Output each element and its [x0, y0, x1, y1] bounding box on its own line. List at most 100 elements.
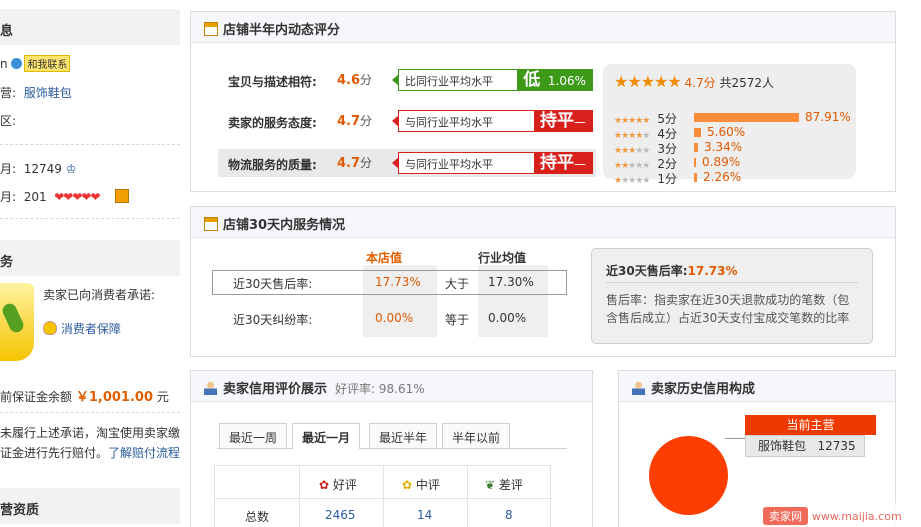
- shop-info-header: 息: [0, 9, 180, 45]
- rating-label-service: 卖家的服务态度:: [228, 116, 317, 130]
- rating-score-description: 4.6分: [337, 73, 373, 88]
- watermark-url: www.maijia.com: [811, 510, 902, 523]
- flower-icon: ✿: [319, 478, 330, 492]
- medal-icon[interactable]: [114, 189, 129, 203]
- service-panel-header: 店铺30天内服务情况: [191, 207, 895, 238]
- distribution-percent: 5.60%: [707, 125, 746, 139]
- tab-baseline: [217, 448, 567, 449]
- service-header: 务: [0, 240, 180, 276]
- row-total-label: 总数: [245, 510, 270, 524]
- calendar-icon: [204, 217, 218, 231]
- rating-panel-title: 店铺半年内动态评分: [223, 23, 341, 38]
- credit-panel-header: 卖家信用评价展示 好评率: 98.61%: [191, 371, 592, 402]
- credit-pie-chart: [649, 436, 728, 515]
- col-positive: ✿ 好评: [319, 478, 357, 492]
- col-header-store: 本店值: [366, 251, 403, 265]
- rating-distribution-box: ★★★★★ 4.7分 共2572人 ★★★★★ 5分 87.91% ★★★★★ 4分 5.…: [603, 64, 856, 186]
- deposit-row: 前保证金余额 ￥1,001.00 元: [0, 390, 169, 405]
- distribution-bar: [694, 158, 696, 167]
- service-row-label: 近30天纠纷率:: [233, 313, 313, 327]
- distribution-percent: 3.34%: [704, 140, 743, 154]
- compare-badge-description: 比同行业平均水平 低 1.06%: [392, 69, 593, 91]
- divider: [0, 218, 180, 219]
- compare-badge-logistics: 与同行业平均水平 持平—: [392, 152, 593, 174]
- area-row: 区:: [0, 114, 17, 128]
- neutral-count-link[interactable]: 14: [417, 508, 432, 522]
- service-panel-title: 店铺30天内服务情况: [223, 218, 346, 233]
- distribution-label: 4分: [657, 127, 677, 141]
- col-header-industry: 行业均值: [478, 251, 527, 265]
- main-category-tag: 当前主营: [745, 415, 876, 435]
- distribution-label: 1分: [657, 172, 678, 186]
- rating-panel: 店铺半年内动态评分 宝贝与描述相符: 4.6分 比同行业平均水平 低 1.06%…: [190, 11, 896, 192]
- deposit-amount: ￥1,001.00: [75, 390, 153, 405]
- distribution-row: ★★★★★ 1分: [614, 170, 677, 187]
- explain-box: 近30天售后率:17.73% 售后率：指卖家在近30天退款成功的笔数（包 含售后…: [591, 248, 873, 344]
- note-line-1: 未履行上述承诺，淘宝使用卖家缴: [0, 426, 181, 440]
- credit-table: ✿ 好评 ✿ 中评 ❦ 差评 总数 2465 14 8: [214, 465, 552, 527]
- service-row-label: 近30天售后率:: [233, 277, 313, 291]
- distribution-bar: [694, 113, 799, 122]
- positive-rate: 好评率: 98.61%: [335, 382, 425, 396]
- rating-label-logistics: 物流服务的质量:: [228, 158, 317, 172]
- wangwang-icon[interactable]: [11, 58, 23, 69]
- contact-prefix: n: [0, 57, 8, 71]
- compare-badge-service: 与同行业平均水平 持平—: [392, 110, 593, 132]
- distribution-label: 2分: [657, 157, 678, 171]
- history-panel-header: 卖家历史信用构成: [619, 371, 895, 402]
- consumer-protection-shield-icon: [0, 283, 34, 361]
- protection-row: 消费者保障: [43, 320, 121, 337]
- explain-title: 近30天售后率:17.73%: [606, 264, 738, 278]
- seller-credit-row: 月: 12749 ♔: [0, 162, 77, 176]
- credit-panel-title: 卖家信用评价展示: [223, 382, 328, 397]
- pie-leader-line: [725, 438, 747, 439]
- divider: [0, 412, 180, 413]
- qualification-header: 营资质: [0, 488, 180, 524]
- service-panel: 店铺30天内服务情况 本店值 行业均值 近30天售后率: 17.73% 大于 1…: [190, 206, 896, 357]
- consumer-protection-link[interactable]: 消费者保障: [61, 322, 121, 336]
- seller-icon: [632, 381, 645, 395]
- explain-text-1: 售后率：指卖家在近30天退款成功的笔数（包: [606, 293, 850, 307]
- tab-last-month[interactable]: 最近一月: [292, 423, 361, 449]
- divider: [606, 282, 858, 283]
- main-category-row: 营: 服饰鞋包: [0, 86, 72, 100]
- col-negative: ❦ 差评: [485, 478, 523, 492]
- star-rating-icon: ★★★★★: [614, 72, 682, 91]
- watermark-brand: 卖家网: [763, 507, 808, 525]
- rating-score-logistics: 4.7分: [337, 156, 373, 171]
- distribution-percent: 0.89%: [702, 155, 741, 169]
- distribution-bar: [694, 143, 698, 152]
- contact-row: n 和我联系: [0, 55, 71, 72]
- protection-icon: [43, 321, 57, 335]
- distribution-percent: 2.26%: [703, 170, 742, 184]
- leaf-icon: ❦: [485, 478, 496, 492]
- service-row-industry-value: 0.00%: [488, 311, 527, 325]
- service-row-compare: 等于: [445, 313, 470, 327]
- buyer-credit-row: 月: 201 ❤❤❤❤❤: [0, 188, 129, 205]
- tab-last-half-year[interactable]: 最近半年: [369, 423, 438, 448]
- distribution-percent: 87.91%: [805, 110, 851, 124]
- service-row-store-value: 17.73%: [375, 275, 421, 289]
- seller-icon: [204, 381, 217, 395]
- negative-count-link[interactable]: 8: [505, 508, 513, 522]
- tab-before-half-year[interactable]: 半年以前: [442, 423, 511, 448]
- left-sidebar: 息 n 和我联系 营: 服饰鞋包 区: 月: 12749 ♔ 月: 201 ❤❤…: [0, 0, 180, 527]
- promise-text: 卖家已向消费者承诺:: [43, 288, 156, 302]
- explain-text-2: 含售后成立）占近30天支付宝成交笔数的比率: [606, 311, 850, 325]
- small-star-icon: ★★★★★: [614, 176, 650, 186]
- positive-count-link[interactable]: 2465: [325, 508, 356, 522]
- watermark: 卖家网 www.maijia.com: [757, 503, 921, 527]
- tab-last-week[interactable]: 最近一周: [219, 423, 288, 448]
- rating-panel-header: 店铺半年内动态评分: [191, 12, 895, 43]
- note-line-2: 证金进行先行赔付。了解赔付流程: [0, 446, 181, 460]
- rating-label-description: 宝贝与描述相符:: [228, 75, 317, 89]
- crown-icon: ♔: [65, 162, 77, 176]
- history-panel-title: 卖家历史信用构成: [651, 382, 756, 397]
- compensation-process-link[interactable]: 了解赔付流程: [108, 446, 180, 460]
- category-count-tag: 服饰鞋包 12735: [745, 435, 865, 457]
- service-row-industry-value: 17.30%: [488, 275, 534, 289]
- contact-me-button[interactable]: 和我联系: [24, 55, 71, 72]
- main-category-link[interactable]: 服饰鞋包: [24, 86, 72, 100]
- distribution-bar: [694, 173, 697, 182]
- service-row-compare: 大于: [445, 277, 470, 291]
